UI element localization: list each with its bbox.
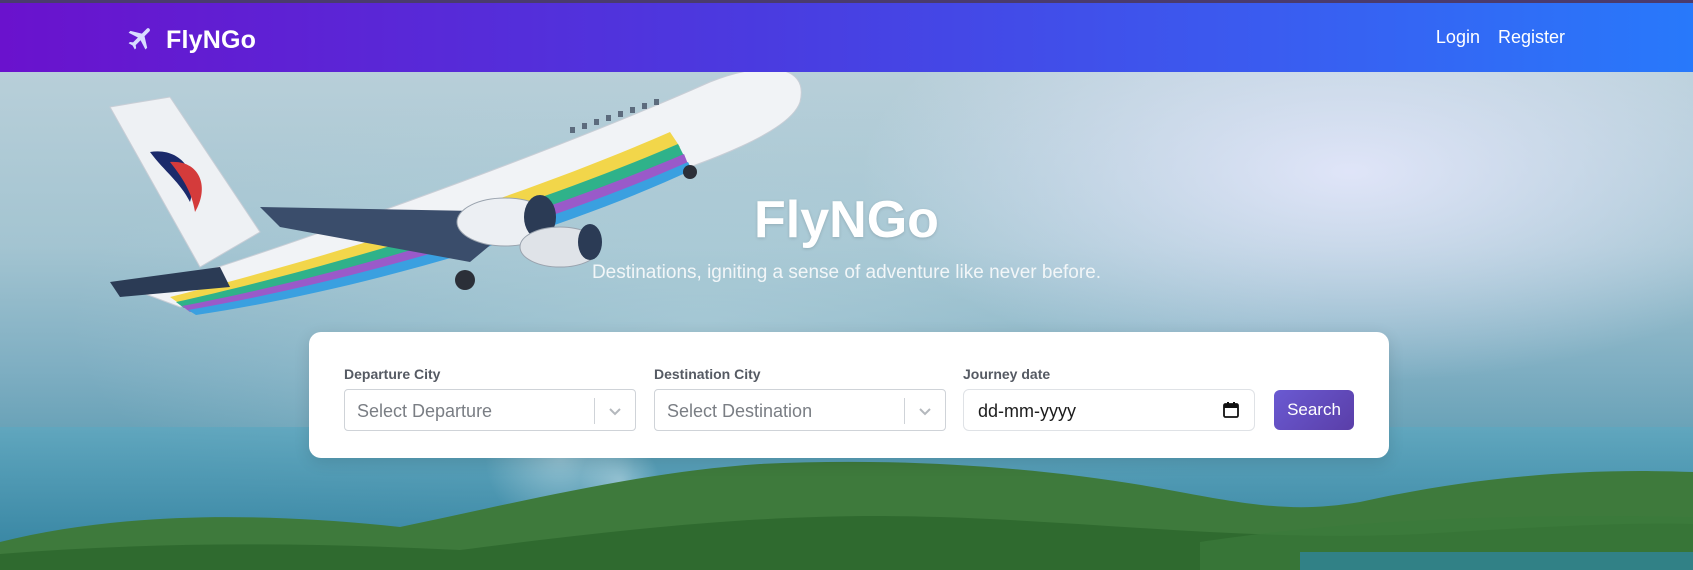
destination-city-select[interactable]: Select Destination — [654, 389, 946, 431]
select-divider — [904, 398, 905, 424]
destination-city-label: Destination City — [654, 366, 761, 382]
hero-section: FlyNGo Destinations, igniting a sense of… — [0, 72, 1693, 570]
login-link[interactable]: Login — [1436, 27, 1480, 48]
departure-city-select[interactable]: Select Departure — [344, 389, 636, 431]
departure-city-label: Departure City — [344, 366, 441, 382]
departure-placeholder: Select Departure — [357, 401, 493, 421]
airplane-icon — [126, 23, 156, 58]
journey-date-label: Journey date — [963, 366, 1051, 382]
brand-name: FlyNGo — [166, 26, 257, 54]
hero-background-image — [0, 72, 1693, 570]
brand-logo[interactable]: FlyNGo — [126, 23, 256, 58]
select-divider — [594, 398, 595, 424]
hero-subtitle: Destinations, igniting a sense of advent… — [591, 262, 1102, 283]
calendar-icon[interactable] — [1222, 401, 1240, 424]
chevron-down-icon[interactable] — [607, 403, 623, 424]
search-button[interactable]: Search — [1274, 390, 1354, 430]
hero-title: FlyNGo — [754, 191, 939, 249]
destination-placeholder: Select Destination — [667, 401, 813, 421]
top-navbar: FlyNGo Login Register — [0, 0, 1693, 72]
nav-links: Login Register — [1436, 27, 1565, 48]
flight-search-card: Departure City Select Departure Destinat… — [309, 332, 1389, 458]
journey-date-input[interactable]: dd-mm-yyyy — [963, 389, 1255, 431]
chevron-down-icon[interactable] — [917, 403, 933, 424]
date-placeholder: dd-mm-yyyy — [978, 401, 1076, 421]
register-link[interactable]: Register — [1498, 27, 1565, 48]
